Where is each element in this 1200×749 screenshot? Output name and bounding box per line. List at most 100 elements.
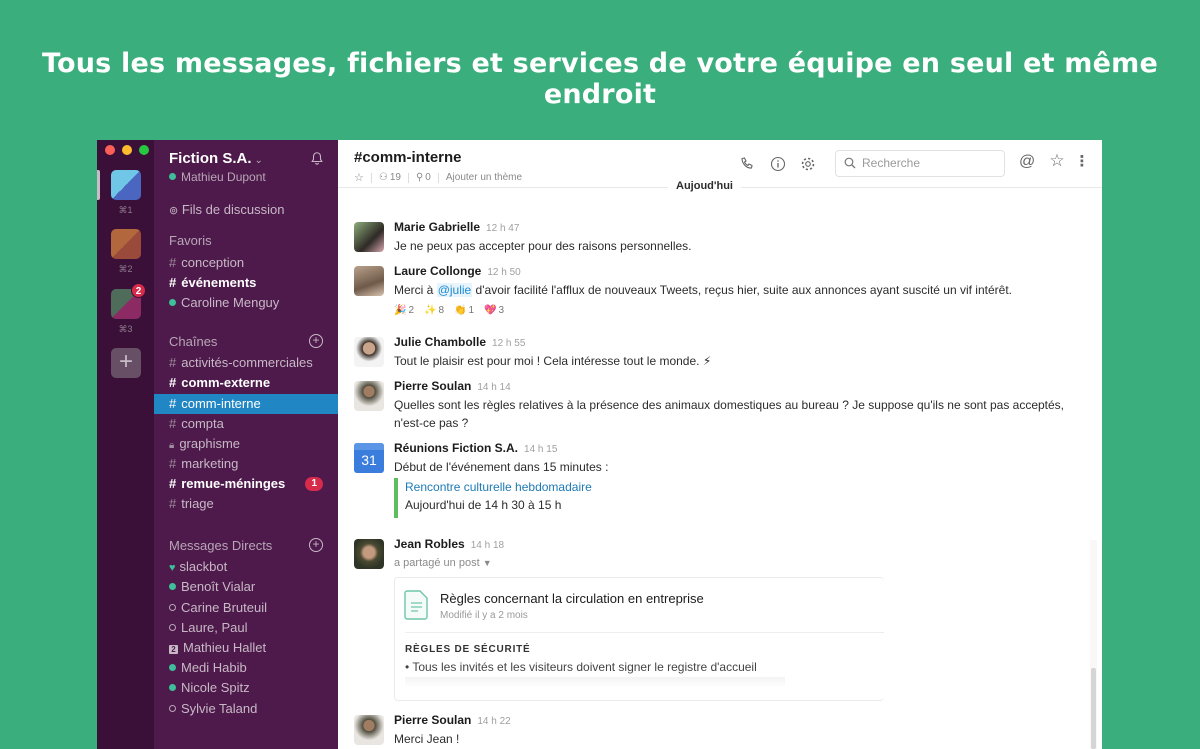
online-status-icon [169,583,176,590]
message-time[interactable]: 14 h 15 [524,444,557,455]
user-name: Mathieu Dupont [181,170,266,184]
add-dm-icon[interactable]: + [309,538,323,552]
message-author[interactable]: Pierre Soulan [394,713,471,727]
channel-label: conception [181,255,245,270]
reaction-sparkles[interactable]: ✨ 8 [424,305,444,316]
channel-label: comm-interne [181,396,261,411]
hash-icon: # [169,476,177,491]
sidebar-item-comm-interne[interactable]: # comm-interne [154,394,338,414]
sidebar-item-activites-commerciales[interactable]: # activités-commerciales [154,353,338,373]
channels-section-title[interactable]: Chaînes [169,334,217,349]
current-user[interactable]: Mathieu Dupont [169,170,266,184]
info-icon[interactable] [770,156,786,172]
message-author[interactable]: Marie Gabrielle [394,220,480,234]
pin-icon[interactable]: ⚲ [416,172,423,183]
sidebar-dm-benoit-vialar[interactable]: Benoît Vialar [154,577,338,597]
workspace-3-badge: 2 [131,283,146,298]
bell-icon[interactable] [310,151,324,165]
dm-label: Benoît Vialar [181,579,256,594]
scrollbar-thumb[interactable] [1091,668,1096,749]
sidebar-item-remue-meninges[interactable]: # remue-méninges 1 [154,474,338,494]
message-time[interactable]: 12 h 47 [486,223,519,234]
post-title[interactable]: Règles concernant la circulation en entr… [440,591,704,606]
lock-icon: 🔒︎ [169,440,175,451]
add-topic-link[interactable]: Ajouter un thème [446,172,522,183]
star-icon[interactable]: ☆ [354,171,364,184]
sidebar-dm-laure-paul[interactable]: Laure, Paul [154,618,338,638]
heart-icon: ♥ [169,562,176,574]
direct-messages-section-title[interactable]: Messages Directs [169,538,272,553]
hash-icon: # [169,416,177,431]
sidebar-dm-slackbot[interactable]: ♥ slackbot [154,557,338,577]
mentions-icon[interactable]: @ [1019,154,1035,170]
message-time[interactable]: 14 h 14 [477,382,510,393]
avatar[interactable] [354,222,384,252]
close-window-button[interactable] [105,145,115,155]
sidebar-item-compta[interactable]: # compta [154,414,338,434]
reaction-clap[interactable]: 👏 1 [454,305,474,316]
threads-link[interactable]: ⊚ Fils de discussion [169,202,284,217]
away-status-icon [169,604,176,611]
reaction-count: 2 [408,305,415,316]
message-author[interactable]: Julie Chambolle [394,335,486,349]
day-divider-label: Aujoud'hui [668,180,741,192]
calendar-icon[interactable]: 31 [354,443,384,473]
message-author[interactable]: Jean Robles [394,537,465,551]
starred-icon[interactable]: ☆ [1049,152,1065,169]
phone-icon[interactable] [739,156,755,172]
sidebar-item-caroline-menguy[interactable]: Caroline Menguy [154,293,338,313]
message-author[interactable]: Laure Collonge [394,264,481,278]
minimize-window-button[interactable] [122,145,132,155]
sidebar-dm-carine-bruteuil[interactable]: Carine Bruteuil [154,598,338,618]
favorites-section-title[interactable]: Favoris [169,233,212,248]
sidebar-dm-mathieu-hallet[interactable]: 2 Mathieu Hallet [154,638,338,658]
caret-down-icon[interactable]: ▼ [483,558,492,568]
shared-post-card[interactable]: Règles concernant la circulation en entr… [394,577,884,701]
message-author[interactable]: Réunions Fiction S.A. [394,441,518,455]
message-author[interactable]: Pierre Soulan [394,379,471,393]
avatar[interactable] [354,539,384,569]
sidebar-dm-sylvie-taland[interactable]: Sylvie Taland [154,699,338,719]
avatar[interactable] [354,715,384,745]
add-channel-icon[interactable]: + [309,334,323,348]
gear-icon[interactable] [800,156,816,172]
sidebar-item-graphisme[interactable]: 🔒︎ graphisme [154,434,338,454]
marketing-headline: Tous les messages, fichiers et services … [41,48,1158,110]
message-time[interactable]: 12 h 55 [492,338,525,349]
maximize-window-button[interactable] [139,145,149,155]
message-time[interactable]: 12 h 50 [487,267,520,278]
sidebar-item-comm-externe[interactable]: # comm-externe [154,373,338,393]
reaction-party[interactable]: 🎉 2 [394,305,414,316]
message-time[interactable]: 14 h 18 [471,540,504,551]
user-mention[interactable]: @julie [436,283,473,297]
sidebar-item-triage[interactable]: # triage [154,494,338,514]
workspace-1[interactable] [111,170,141,200]
reaction-heart[interactable]: 💖 3 [484,305,504,316]
search-input[interactable]: Recherche [835,150,1005,177]
dm-label: Medi Habib [181,660,247,675]
avatar[interactable] [354,337,384,367]
add-workspace-button[interactable]: + [111,348,141,378]
workspace-menu[interactable]: Fiction S.A. ⌄ [169,150,263,167]
more-icon[interactable]: ⋮ [1074,154,1090,170]
channel-label: événements [181,275,257,290]
members-icon[interactable]: ⚇ [379,172,388,183]
channel-label: graphisme [179,436,241,451]
sidebar-item-conception[interactable]: # conception [154,253,338,273]
sidebar-dm-nicole-spitz[interactable]: Nicole Spitz [154,678,338,698]
sparkles-icon: ✨ [424,305,437,316]
calendar-day: 31 [361,452,377,468]
members-count[interactable]: 19 [390,172,401,183]
avatar[interactable] [354,266,384,296]
sidebar-item-evenements[interactable]: # événements [154,273,338,293]
pins-count[interactable]: 0 [425,172,431,183]
party-popper-icon: 🎉 [394,305,407,316]
avatar[interactable] [354,381,384,411]
sidebar-item-marketing[interactable]: # marketing [154,454,338,474]
workspace-2[interactable] [111,229,141,259]
event-title-link[interactable]: Rencontre culturelle hebdomadaire [405,478,592,496]
channel-title[interactable]: #comm-interne [354,149,462,166]
sidebar-dm-medi-habib[interactable]: Medi Habib [154,658,338,678]
message-time[interactable]: 14 h 22 [477,716,510,727]
post-fade [405,677,785,687]
